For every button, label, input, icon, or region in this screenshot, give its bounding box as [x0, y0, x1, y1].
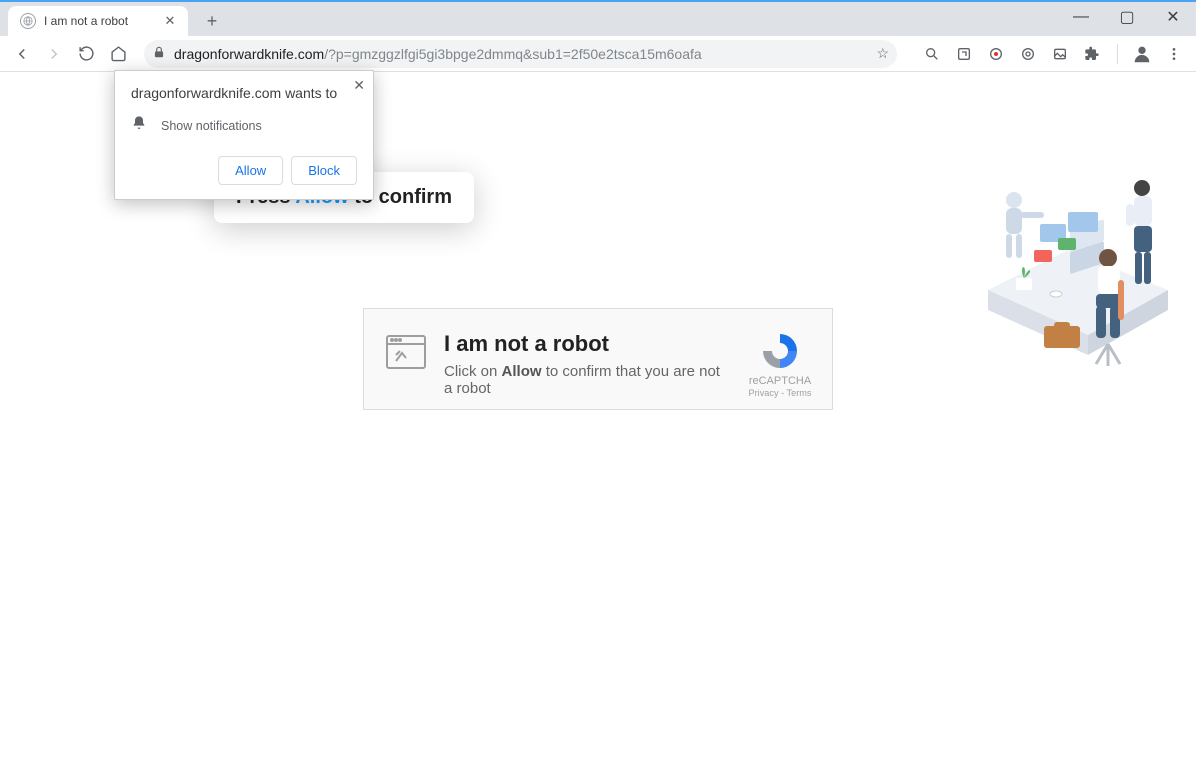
- page-viewport: ✕ dragonforwardknife.com wants to Show n…: [0, 72, 1196, 761]
- record-icon[interactable]: [987, 45, 1005, 63]
- notification-permission-popup: ✕ dragonforwardknife.com wants to Show n…: [114, 70, 374, 200]
- window-icon: [386, 335, 426, 399]
- popup-site-label: dragonforwardknife.com wants to: [131, 85, 357, 101]
- captcha-card: I am not a robot Click on Allow to confi…: [363, 308, 833, 410]
- reload-button[interactable]: [72, 40, 100, 68]
- url-path: /?p=gmzggzlfgi5gi3bpge2dmmq&sub1=2f50e2t…: [324, 46, 702, 62]
- window-close-button[interactable]: ✕: [1150, 2, 1196, 32]
- tab-title: I am not a robot: [44, 14, 162, 28]
- maximize-button[interactable]: ▢: [1104, 2, 1150, 32]
- profile-icon[interactable]: [1128, 40, 1156, 68]
- close-icon[interactable]: ✕: [162, 13, 178, 29]
- square-arrow-icon[interactable]: [955, 45, 973, 63]
- window-titlebar: I am not a robot ✕ + — ▢ ✕: [0, 2, 1196, 36]
- home-button[interactable]: [104, 40, 132, 68]
- globe-icon: [20, 13, 36, 29]
- popup-close-icon[interactable]: ✕: [353, 77, 365, 94]
- new-tab-button[interactable]: +: [198, 7, 226, 35]
- terms-link[interactable]: Terms: [787, 388, 812, 398]
- minimize-button[interactable]: —: [1058, 2, 1104, 32]
- target-icon[interactable]: [1019, 45, 1037, 63]
- url-host: dragonforwardknife.com: [174, 46, 324, 62]
- browser-tab[interactable]: I am not a robot ✕: [8, 6, 188, 36]
- puzzle-icon[interactable]: [1083, 45, 1101, 63]
- extension-icons: [923, 45, 1101, 63]
- address-bar[interactable]: dragonforwardknife.com/?p=gmzggzlfgi5gi3…: [144, 40, 897, 68]
- recaptcha-label: reCAPTCHA: [744, 375, 816, 387]
- recaptcha-icon: [760, 331, 800, 371]
- browser-toolbar: dragonforwardknife.com/?p=gmzggzlfgi5gi3…: [0, 36, 1196, 72]
- illustration: [978, 140, 1178, 370]
- zoom-icon[interactable]: [923, 45, 941, 63]
- card-title: I am not a robot: [444, 331, 726, 357]
- menu-icon[interactable]: [1160, 40, 1188, 68]
- lock-icon: [152, 45, 166, 62]
- toolbar-divider: [1117, 44, 1118, 64]
- forward-button[interactable]: [40, 40, 68, 68]
- image-icon[interactable]: [1051, 45, 1069, 63]
- block-button[interactable]: Block: [291, 156, 357, 185]
- back-button[interactable]: [8, 40, 36, 68]
- privacy-link[interactable]: Privacy: [749, 388, 779, 398]
- bookmark-star-icon[interactable]: ☆: [876, 45, 889, 62]
- allow-button[interactable]: Allow: [218, 156, 283, 185]
- recaptcha-badge: reCAPTCHA Privacy - Terms: [744, 331, 816, 399]
- bell-icon: [131, 115, 147, 136]
- show-notifications-label: Show notifications: [161, 119, 262, 133]
- card-instruction: Click on Allow to confirm that you are n…: [444, 363, 726, 397]
